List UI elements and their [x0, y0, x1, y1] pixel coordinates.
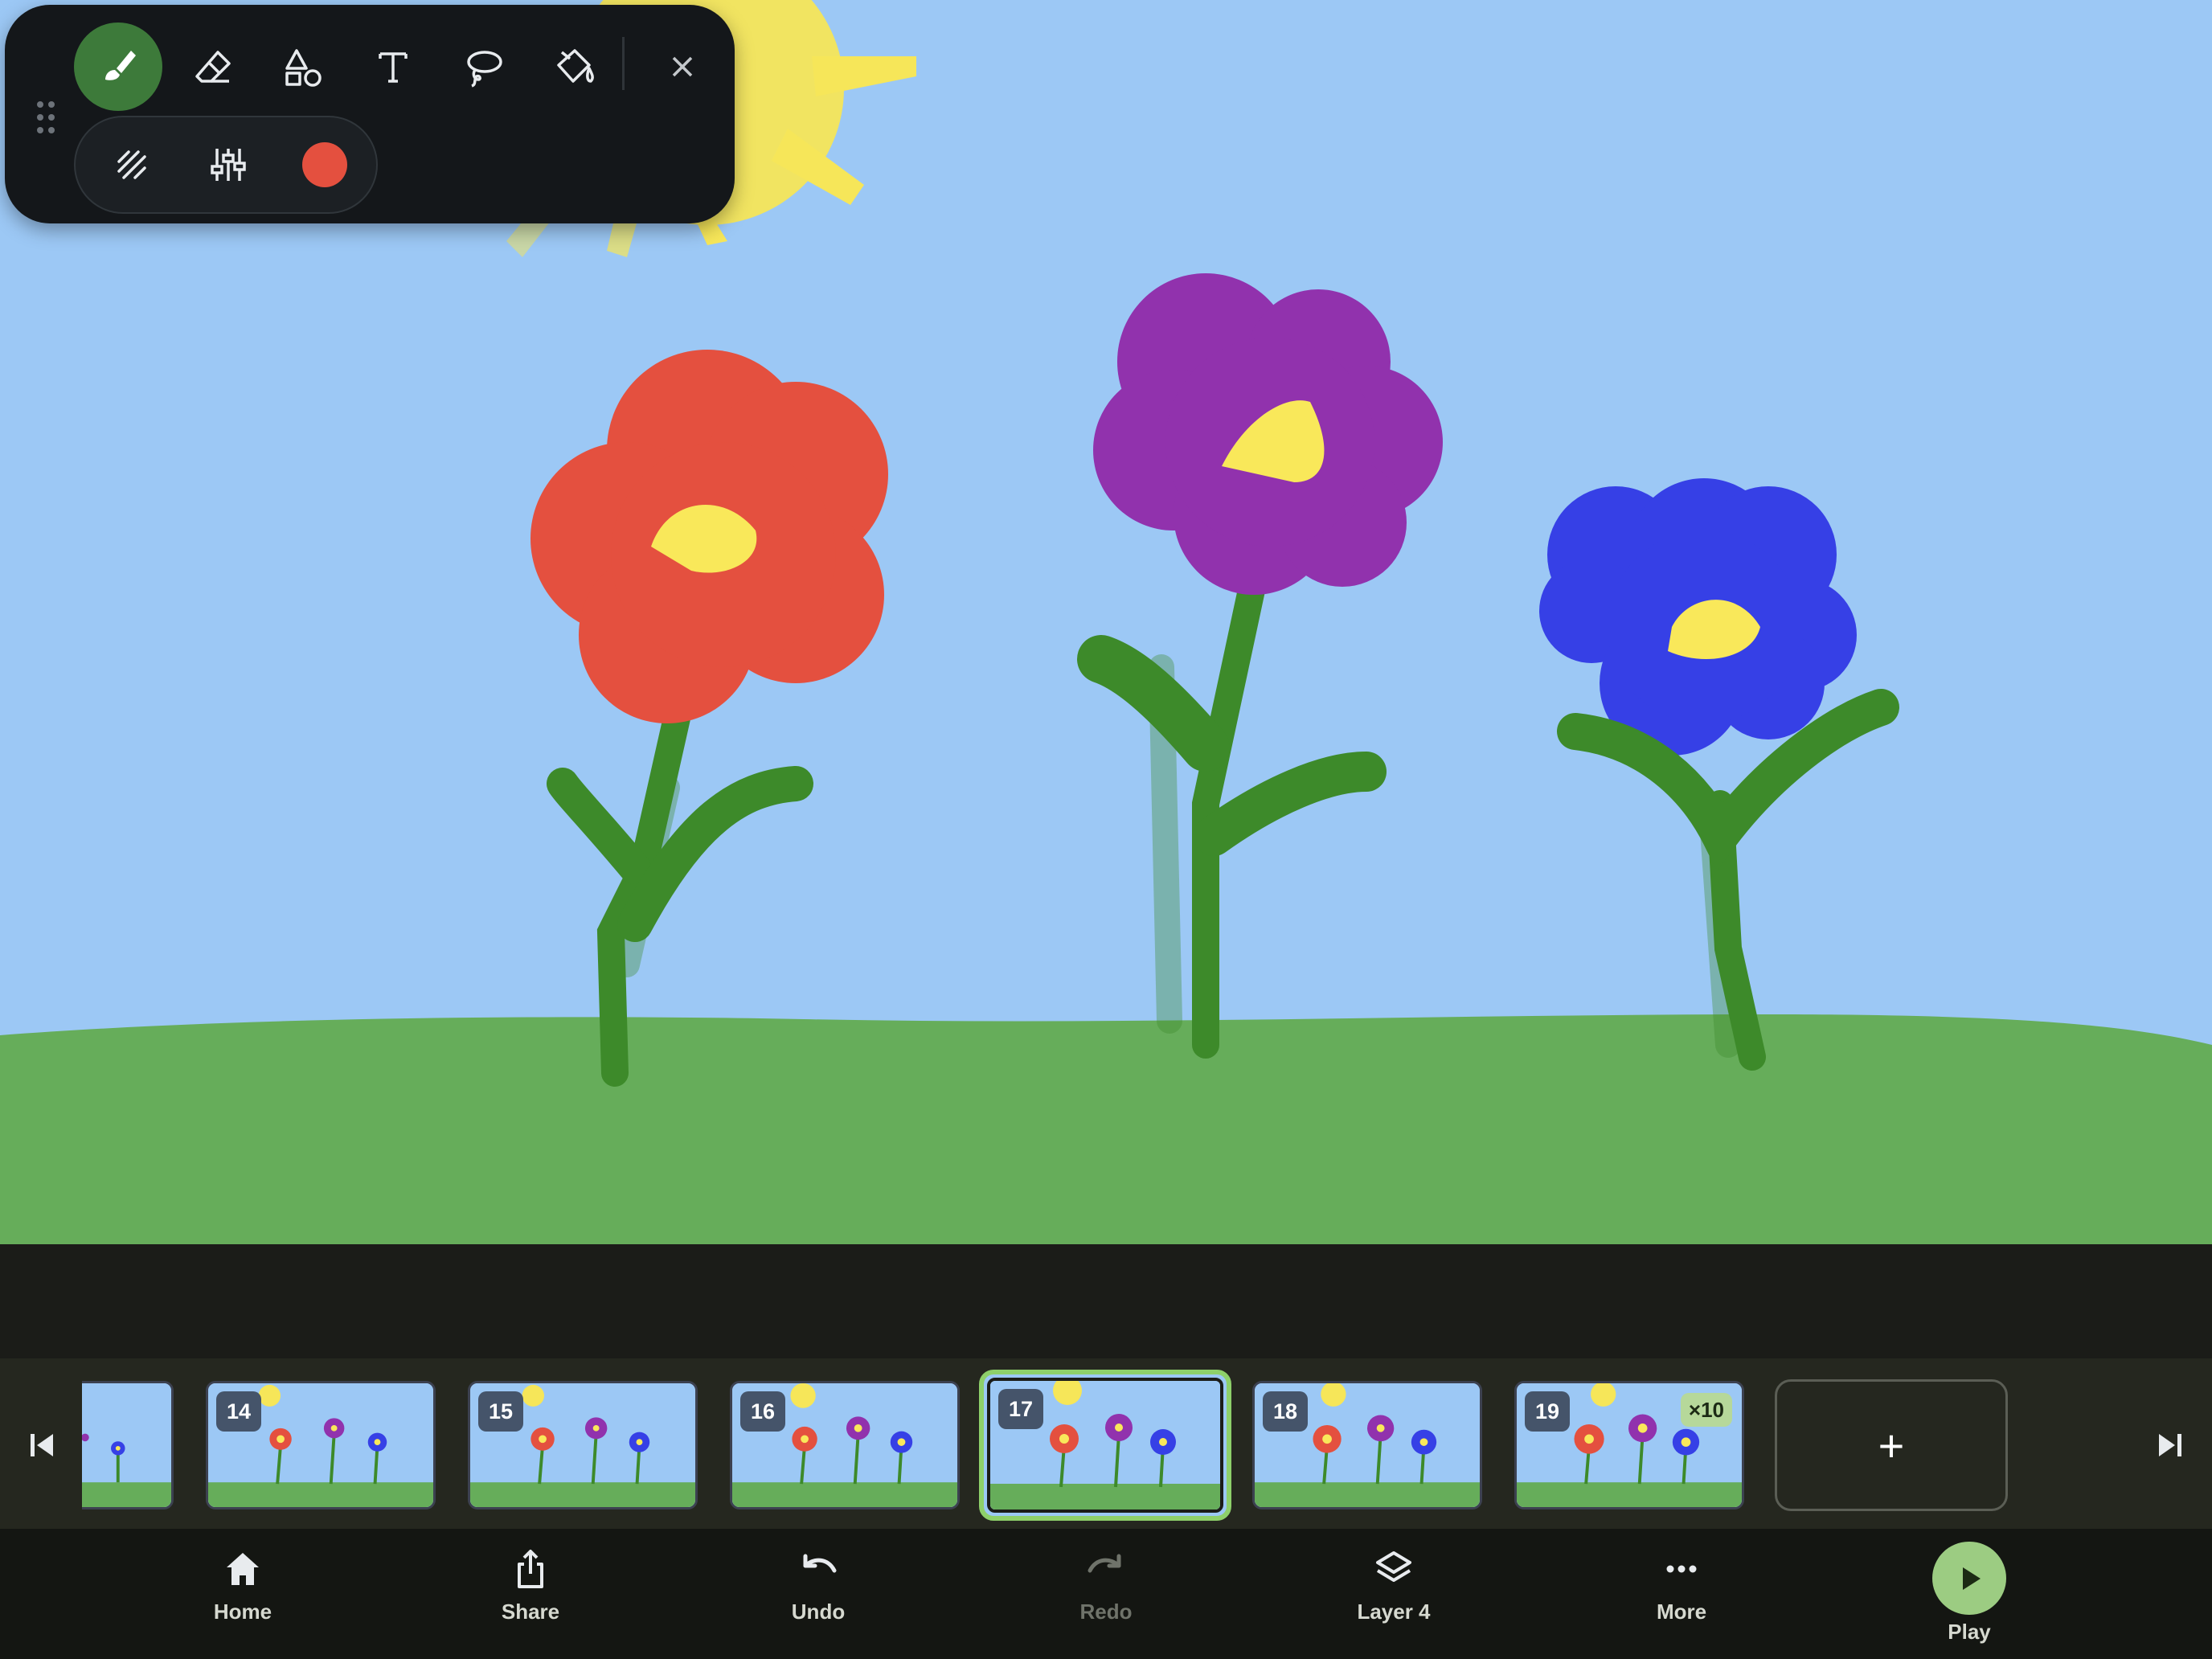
- text-icon: [379, 52, 408, 83]
- share-label: Share: [501, 1600, 560, 1624]
- frame-15[interactable]: 15: [468, 1381, 698, 1509]
- frame-19[interactable]: 19 ×10: [1514, 1381, 1744, 1509]
- first-frame-button[interactable]: [18, 1421, 66, 1469]
- undo-button[interactable]: Undo: [738, 1548, 899, 1645]
- layer-label: Layer 4: [1357, 1600, 1431, 1624]
- canvas-bottom-margin: [0, 1244, 2212, 1358]
- frame-17-selected[interactable]: 17: [979, 1370, 1231, 1521]
- tool-palette: [5, 5, 735, 223]
- skip-to-start-icon: [31, 1434, 53, 1456]
- frame-number-badge: 18: [1263, 1391, 1308, 1432]
- add-frame-button[interactable]: +: [1775, 1379, 2008, 1511]
- redo-label: Redo: [1079, 1600, 1133, 1624]
- frame-14[interactable]: 14: [206, 1381, 436, 1509]
- fill-bucket-icon: [557, 49, 594, 83]
- share-icon: [518, 1550, 543, 1588]
- toolbar-divider: [622, 37, 625, 90]
- text-tool-button[interactable]: [349, 23, 437, 111]
- undo-icon: [803, 1554, 837, 1573]
- selected-frame-inner: 17: [987, 1378, 1223, 1513]
- sliders-icon: [211, 149, 246, 181]
- brush-icon: [105, 51, 136, 80]
- play-label: Play: [1948, 1620, 1991, 1644]
- brush-settings-button[interactable]: [190, 126, 267, 203]
- lasso-icon: [467, 51, 502, 88]
- shapes-tool-button[interactable]: [259, 23, 347, 111]
- bottom-navigation: Home Share Undo Redo Layer 4 More Play: [0, 1529, 2212, 1659]
- eraser-icon: [195, 51, 231, 83]
- frame-number-badge: 16: [740, 1391, 785, 1432]
- frame-18[interactable]: 18: [1252, 1381, 1482, 1509]
- frame-thumbnail: [82, 1383, 171, 1507]
- brush-options-bar: [74, 116, 378, 214]
- frame-hold-badge: ×10: [1680, 1393, 1732, 1427]
- share-button[interactable]: Share: [450, 1548, 611, 1645]
- play-button[interactable]: Play: [1889, 1542, 2050, 1645]
- close-icon: [672, 56, 693, 77]
- undo-label: Undo: [791, 1600, 846, 1624]
- frame-16[interactable]: 16: [730, 1381, 960, 1509]
- eraser-tool-button[interactable]: [169, 23, 257, 111]
- layers-icon: [1376, 1551, 1411, 1582]
- lasso-tool-button[interactable]: [439, 23, 527, 111]
- frame-timeline: 14 15 16 17 18 19 ×10 +: [0, 1358, 2212, 1529]
- shapes-icon: [285, 49, 322, 87]
- home-button[interactable]: Home: [162, 1548, 323, 1645]
- more-icon: [1666, 1565, 1697, 1573]
- drawing-canvas[interactable]: [0, 0, 2212, 1244]
- fill-tool-button[interactable]: [530, 23, 619, 111]
- redo-button[interactable]: Redo: [1026, 1548, 1186, 1645]
- layers-button[interactable]: Layer 4: [1313, 1548, 1474, 1645]
- more-button[interactable]: More: [1601, 1548, 1762, 1645]
- frame-number-badge: 19: [1525, 1391, 1570, 1432]
- frame-partial[interactable]: [82, 1381, 174, 1509]
- close-toolbar-button[interactable]: [638, 23, 727, 111]
- play-circle: [1932, 1542, 2006, 1615]
- drag-handle-icon[interactable]: [35, 100, 56, 135]
- frame-number-badge: 14: [216, 1391, 261, 1432]
- more-label: More: [1656, 1600, 1707, 1624]
- home-icon: [227, 1553, 259, 1585]
- color-picker-button[interactable]: [286, 126, 363, 203]
- brush-tool-button[interactable]: [74, 23, 162, 111]
- last-frame-button[interactable]: [2146, 1421, 2194, 1469]
- frame-number-badge: 15: [478, 1391, 523, 1432]
- skip-to-end-icon: [2159, 1434, 2181, 1456]
- current-color-swatch: [302, 142, 347, 187]
- home-label: Home: [213, 1600, 272, 1624]
- play-icon: [1963, 1567, 1981, 1590]
- redo-icon: [1088, 1554, 1121, 1573]
- stroke-style-button[interactable]: [93, 126, 170, 203]
- frame-number-badge: 17: [998, 1389, 1043, 1429]
- stroke-style-icon: [117, 150, 146, 179]
